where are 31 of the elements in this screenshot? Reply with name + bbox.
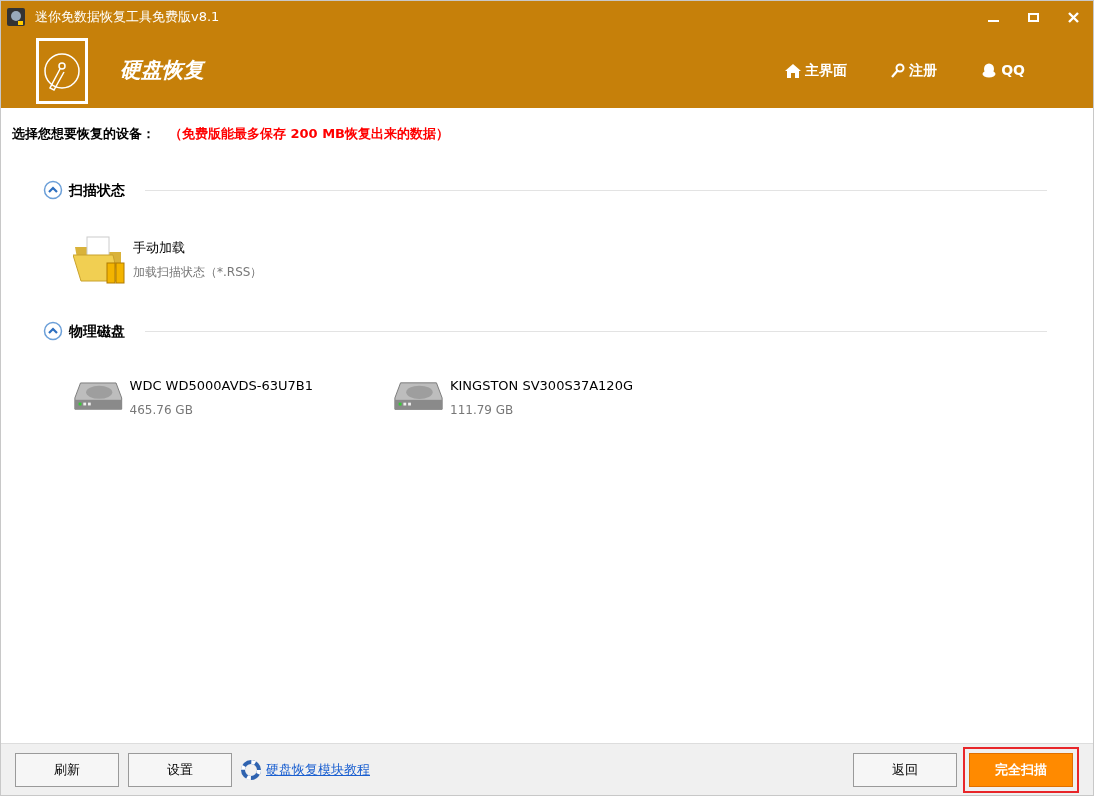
device-name: 手动加载 bbox=[133, 238, 186, 257]
hard-drive-logo-icon bbox=[36, 37, 88, 104]
window-title: 迷你免数据恢复工具免费版v8.1 bbox=[35, 8, 220, 27]
free-limit-notice: （免费版能最多保存 200 MB恢复出来的数据） bbox=[169, 125, 450, 143]
device-name: WDC WD5000AVDS-63U7B1 bbox=[129, 376, 313, 395]
module-title: 硬盘恢复 bbox=[120, 56, 204, 84]
toolbar-button[interactable]: 设置 bbox=[128, 752, 232, 787]
device-prompt: 选择您想要恢复的设备： bbox=[12, 125, 155, 143]
section-title: 扫描状态 bbox=[69, 180, 125, 200]
section-title: 物理磁盘 bbox=[69, 321, 125, 341]
folder-icon bbox=[73, 234, 127, 285]
device-name: KINGSTON SV300S37A120G bbox=[450, 376, 633, 395]
home-icon bbox=[785, 63, 802, 78]
minimize-icon bbox=[987, 20, 999, 22]
collapse-icon[interactable] bbox=[43, 321, 63, 341]
toolbar-button[interactable]: 刷新 bbox=[15, 752, 119, 787]
collapse-icon[interactable] bbox=[43, 180, 63, 200]
penguin-icon bbox=[981, 62, 998, 79]
device-detail: 111.79 GB bbox=[450, 402, 515, 419]
tutorial-link[interactable]: 硬盘恢复模块教程 bbox=[266, 759, 370, 780]
close-icon bbox=[1067, 11, 1079, 23]
device-detail: 465.76 GB bbox=[129, 402, 194, 419]
back-button[interactable]: 返回 bbox=[853, 752, 957, 787]
key-icon bbox=[891, 62, 906, 79]
device-item[interactable]: KINGSTON SV300S37A120G 111.79 GB bbox=[393, 375, 633, 419]
app-icon bbox=[5, 6, 27, 28]
device-detail: 加载扫描状态（*.RSS） bbox=[133, 264, 263, 282]
device-item[interactable]: 手动加载 加载扫描状态（*.RSS） bbox=[73, 234, 313, 285]
maximize-icon bbox=[1027, 12, 1039, 22]
lifebuoy-icon bbox=[241, 759, 261, 780]
device-item[interactable]: WDC WD5000AVDS-63U7B1 465.76 GB bbox=[73, 375, 313, 419]
